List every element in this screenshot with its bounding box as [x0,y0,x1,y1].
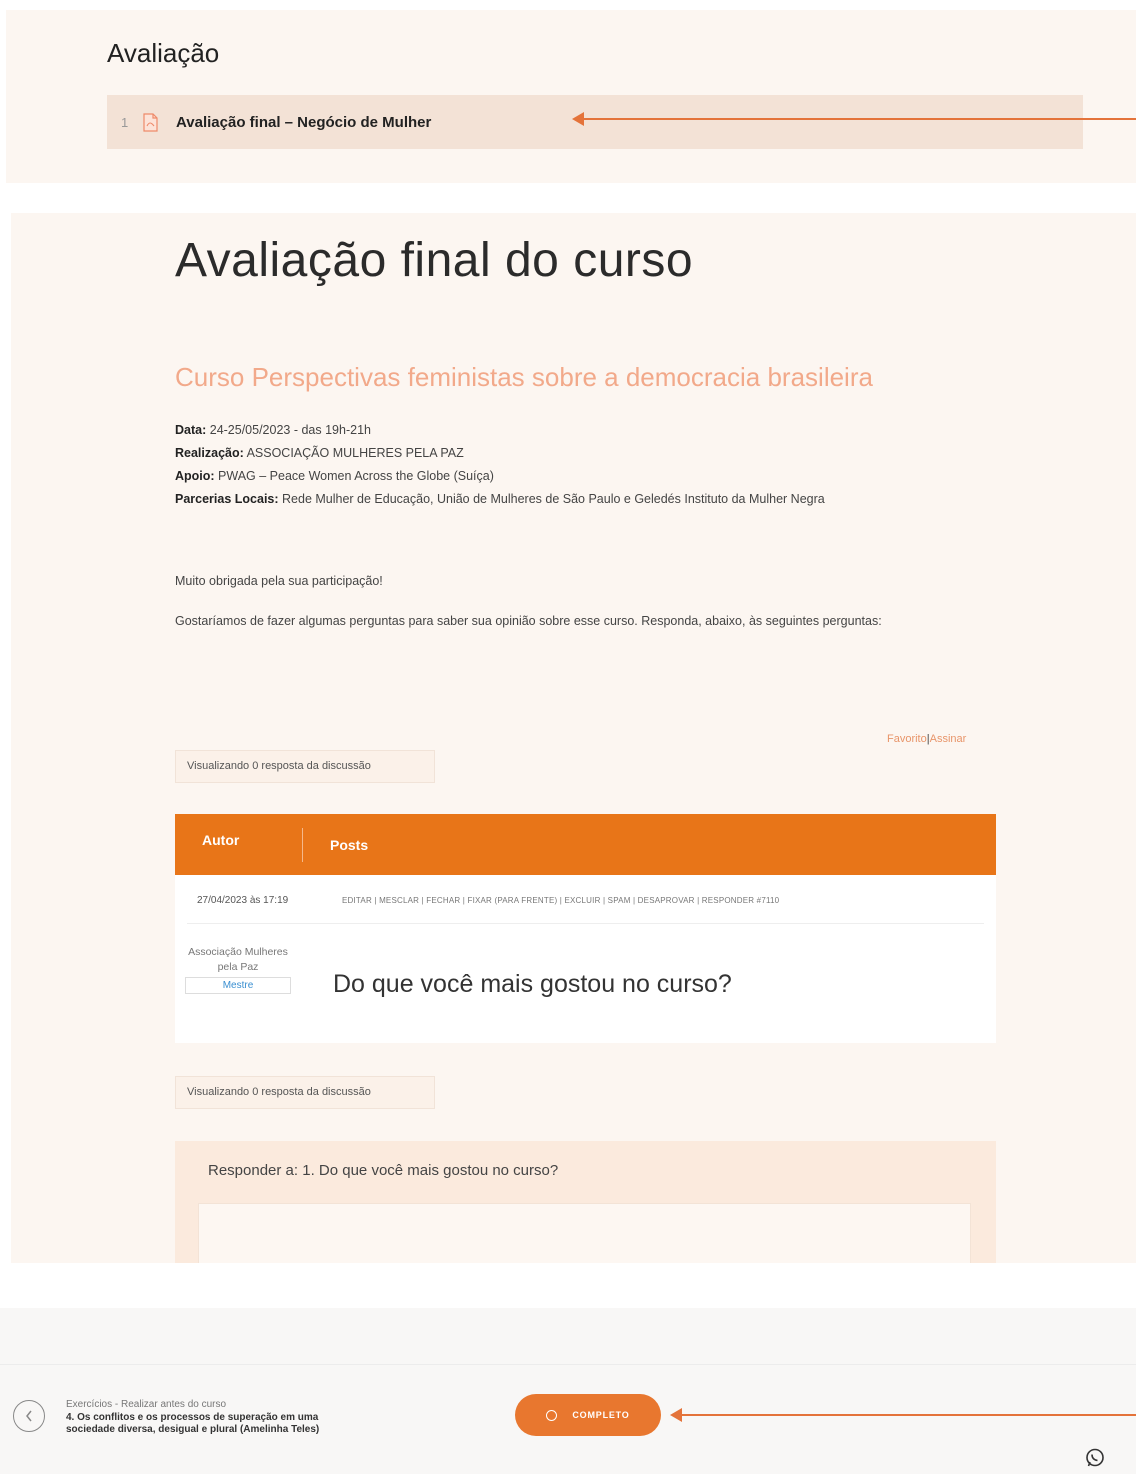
subscribe-link[interactable]: Assinar [930,733,967,745]
content-panel: Avaliação final do curso Curso Perspecti… [11,213,1136,1263]
circle-icon [546,1409,558,1421]
meta-label: Data: [175,423,207,437]
post-author[interactable]: Associação Mulheres pela Paz Mestre [185,945,291,994]
favorite-link[interactable]: Favorito [887,733,927,745]
post-question: Do que você mais gostou no curso? [333,970,732,998]
post-date: 27/04/2023 às 17:19 [197,895,289,906]
reply-textarea[interactable] [198,1203,971,1263]
meta-value: Rede Mulher de Educação, União de Mulher… [278,492,825,506]
lesson-item-avaliacao-final[interactable]: 1 Avaliação final – Negócio de Mulher [107,95,1083,149]
thanks-text: Muito obrigada pela sua participação! [175,574,383,588]
meta-value: ASSOCIAÇÃO MULHERES PELA PAZ [243,446,464,460]
header-divider [302,828,303,862]
page-title: Avaliação final do curso [175,234,694,287]
meta-label: Realização: [175,446,244,460]
course-meta: Data: 24-25/05/2023 - das 19h-21h Realiz… [175,419,995,511]
complete-label: COMPLETO [572,1410,630,1420]
reply-form: Responder a: 1. Do que você mais gostou … [175,1141,996,1263]
author-role: Mestre [185,977,291,994]
lesson-title: Avaliação final – Negócio de Mulher [176,113,432,131]
lesson-number: 1 [121,114,129,130]
annotation-arrow-complete [670,1408,1136,1422]
forum-table-header: Autor Posts [175,814,996,875]
prev-lesson-title: 4. Os conflitos e os processos de supera… [66,1411,320,1436]
whatsapp-icon[interactable] [1084,1447,1106,1469]
chevron-left-icon[interactable] [13,1400,45,1432]
forum-actions: Favorito|Assinar [887,733,966,745]
prev-lesson-link[interactable]: Exercícios - Realizar antes do curso 4. … [66,1399,336,1437]
post-admin-links[interactable]: EDITAR | MESCLAR | FECHAR | FIXAR (PARA … [342,896,779,905]
viewing-count: Visualizando 0 resposta da discussão [175,750,435,783]
divider [187,923,984,924]
reply-label: Responder a: 1. Do que você mais gostou … [208,1162,559,1179]
author-name[interactable]: Associação Mulheres pela Paz [188,946,288,973]
course-title: Curso Perspectivas feministas sobre a de… [175,362,873,392]
meta-value: 24-25/05/2023 - das 19h-21h [206,423,371,437]
intro-text: Gostaríamos de fazer algumas perguntas p… [175,614,882,628]
prev-lesson-category: Exercícios - Realizar antes do curso [66,1399,227,1410]
meta-label: Parcerias Locais: [175,492,279,506]
meta-label: Apoio: [175,469,215,483]
header-author: Autor [202,832,240,848]
pdf-icon [143,112,158,132]
annotation-arrow-lesson [572,112,1136,126]
section-title: Avaliação [107,38,220,68]
header-posts: Posts [330,837,369,853]
viewing-count: Visualizando 0 resposta da discussão [175,1076,435,1109]
lesson-footer-nav: Exercícios - Realizar antes do curso 4. … [0,1308,1136,1474]
lesson-list-panel: Avaliação 1 Avaliação final – Negócio de… [6,10,1136,183]
divider [0,1364,1136,1365]
complete-button[interactable]: COMPLETO [515,1394,661,1436]
forum-post: 27/04/2023 às 17:19 EDITAR | MESCLAR | F… [175,875,996,1043]
meta-value: PWAG – Peace Women Across the Globe (Suí… [214,469,494,483]
